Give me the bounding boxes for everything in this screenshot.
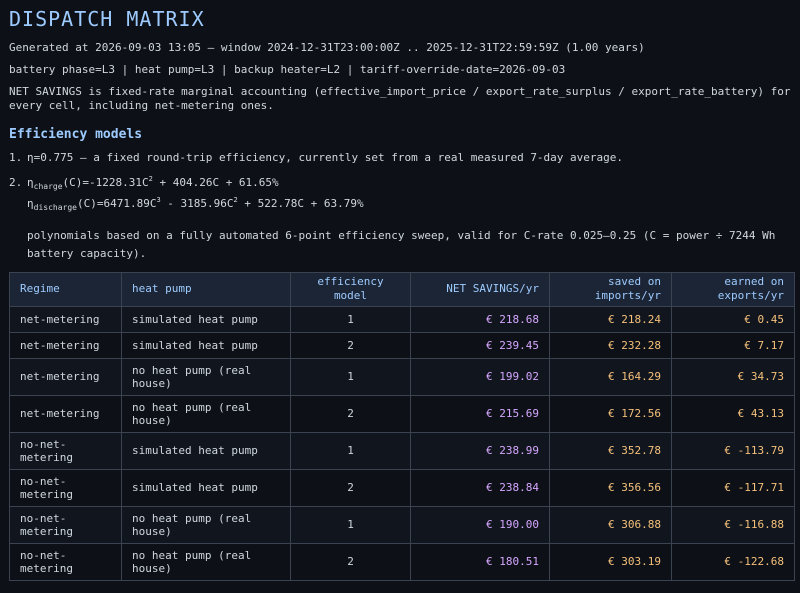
efficiency-model-2: 2. ηcharge(C)=-1228.31C2 + 404.26C + 61.… [9, 173, 792, 263]
table-row: net-metering no heat pump (real house) 2… [9, 394, 795, 433]
cell-regime: no-net-metering [9, 505, 122, 544]
table-row: net-metering no heat pump (real house) 1… [9, 357, 795, 396]
dispatch-table: Regime heat pump efficiency model NET SA… [9, 272, 795, 581]
net-savings-note: NET SAVINGS is fixed-rate marginal accou… [9, 85, 791, 112]
cell-earned-on-exports: € -113.79 [671, 431, 795, 470]
eta-symbol: η [27, 197, 34, 210]
charge-term-b: + 404.26C + 61.65% [152, 176, 279, 189]
table-row: no-net-metering simulated heat pump 2 € … [9, 468, 795, 507]
cell-heat-pump: simulated heat pump [121, 431, 291, 470]
list-number: 2. [9, 176, 23, 189]
header-net-savings: NET SAVINGS/yr [410, 272, 550, 307]
header-heat-pump: heat pump [121, 272, 291, 307]
cell-net-savings: € 190.00 [410, 505, 550, 544]
cell-heat-pump: no heat pump (real house) [121, 394, 291, 433]
cell-heat-pump: simulated heat pump [121, 468, 291, 507]
cell-net-savings: € 180.51 [410, 542, 550, 581]
cell-saved-on-imports: € 218.24 [549, 305, 672, 333]
generated-info: Generated at 2026-09-03 13:05 — window 2… [9, 41, 645, 54]
cell-efficiency-model: 2 [290, 394, 411, 433]
cell-efficiency-model: 1 [290, 431, 411, 470]
cell-net-savings: € 215.69 [410, 394, 550, 433]
cell-saved-on-imports: € 232.28 [549, 331, 672, 359]
cell-heat-pump: no heat pump (real house) [121, 542, 291, 581]
cell-earned-on-exports: € -116.88 [671, 505, 795, 544]
cell-efficiency-model: 2 [290, 331, 411, 359]
charge-equation: ηcharge(C)=-1228.31C2 + 404.26C + 61.65% [27, 173, 792, 193]
cell-regime: net-metering [9, 357, 122, 396]
cell-heat-pump: simulated heat pump [121, 331, 291, 359]
cell-saved-on-imports: € 352.78 [549, 431, 672, 470]
cell-efficiency-model: 1 [290, 357, 411, 396]
config-info: battery phase=L3 | heat pump=L3 | backup… [9, 63, 566, 76]
cell-regime: net-metering [9, 394, 122, 433]
cell-net-savings: € 218.68 [410, 305, 550, 333]
discharge-equation: ηdischarge(C)=6471.89C3 - 3185.96C2 + 52… [27, 194, 792, 214]
cell-earned-on-exports: € 34.73 [671, 357, 795, 396]
cell-heat-pump: simulated heat pump [121, 305, 291, 333]
discharge-term-a: (C)=6471.89C [76, 197, 157, 210]
discharge-subscript: discharge [33, 203, 77, 212]
cell-earned-on-exports: € 43.13 [671, 394, 795, 433]
header-earned-on-exports: earned on exports/yr [671, 272, 795, 307]
cell-net-savings: € 238.99 [410, 431, 550, 470]
cell-regime: no-net-metering [9, 542, 122, 581]
table-row: no-net-metering no heat pump (real house… [9, 505, 795, 544]
header-efficiency-model: efficiency model [290, 272, 411, 307]
header-saved-on-imports: saved on imports/yr [549, 272, 672, 307]
discharge-term-c: + 522.78C + 63.79% [237, 197, 364, 210]
cell-saved-on-imports: € 164.29 [549, 357, 672, 396]
cell-efficiency-model: 1 [290, 305, 411, 333]
table-row: net-metering simulated heat pump 1 € 218… [9, 305, 795, 333]
cell-regime: net-metering [9, 331, 122, 359]
cell-net-savings: € 199.02 [410, 357, 550, 396]
cell-earned-on-exports: € 0.45 [671, 305, 795, 333]
model-1-description: η=0.775 — a fixed round-trip efficiency,… [27, 151, 624, 164]
eta-symbol: η [27, 176, 34, 189]
cell-saved-on-imports: € 303.19 [549, 542, 672, 581]
cell-net-savings: € 238.84 [410, 468, 550, 507]
cell-earned-on-exports: € -122.68 [671, 542, 795, 581]
charge-subscript: charge [33, 182, 63, 191]
table-row: net-metering simulated heat pump 2 € 239… [9, 331, 795, 359]
cell-saved-on-imports: € 306.88 [549, 505, 672, 544]
cell-heat-pump: no heat pump (real house) [121, 357, 291, 396]
header-regime: Regime [9, 272, 122, 307]
cell-regime: no-net-metering [9, 468, 122, 507]
charge-term-a: (C)=-1228.31C [62, 176, 149, 189]
efficiency-model-list: 1. η=0.775 — a fixed round-trip efficien… [9, 149, 792, 263]
page-title: DISPATCH MATRIX [9, 7, 205, 31]
cell-earned-on-exports: € 7.17 [671, 331, 795, 359]
table-row: no-net-metering simulated heat pump 1 € … [9, 431, 795, 470]
efficiency-heading: Efficiency models [9, 127, 143, 142]
cell-regime: no-net-metering [9, 431, 122, 470]
list-number: 1. [9, 151, 23, 164]
table-header-row: Regime heat pump efficiency model NET SA… [9, 272, 795, 307]
cell-net-savings: € 239.45 [410, 331, 550, 359]
cell-efficiency-model: 2 [290, 468, 411, 507]
efficiency-model-1: 1. η=0.775 — a fixed round-trip efficien… [9, 149, 792, 166]
discharge-term-b: - 3185.96C [160, 197, 234, 210]
table-row: no-net-metering no heat pump (real house… [9, 542, 795, 581]
cell-heat-pump: no heat pump (real house) [121, 505, 291, 544]
cell-saved-on-imports: € 172.56 [549, 394, 672, 433]
cell-saved-on-imports: € 356.56 [549, 468, 672, 507]
cell-regime: net-metering [9, 305, 122, 333]
cell-efficiency-model: 1 [290, 505, 411, 544]
page: DISPATCH MATRIX Generated at 2026-09-03 … [0, 0, 800, 581]
polynomial-note: polynomials based on a fully automated 6… [27, 229, 776, 260]
cell-efficiency-model: 2 [290, 542, 411, 581]
cell-earned-on-exports: € -117.71 [671, 468, 795, 507]
